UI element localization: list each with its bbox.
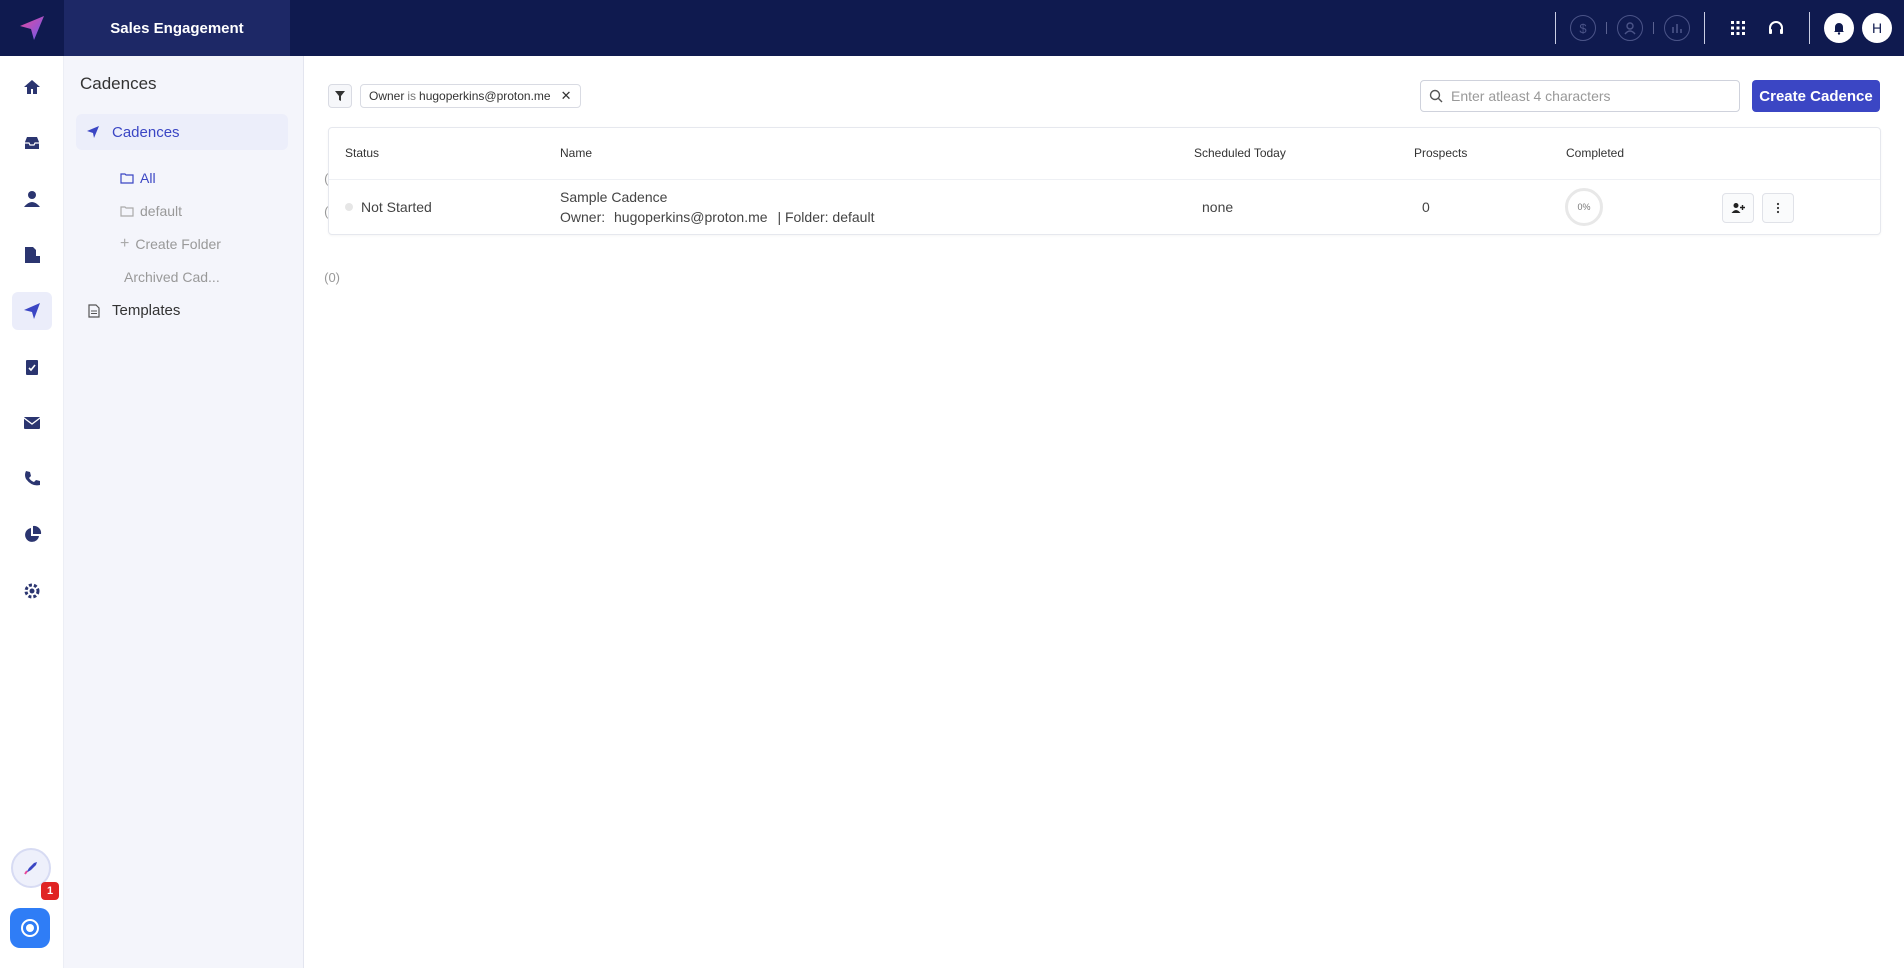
divider <box>1606 22 1607 34</box>
folder-value: | Folder: default <box>777 209 875 225</box>
user-circle-icon[interactable] <box>1617 15 1643 41</box>
completed-progress-ring: 0% <box>1565 188 1603 226</box>
folder-name: All <box>140 170 156 186</box>
sidebar-item-cadences[interactable]: Cadences <box>76 114 288 150</box>
chart-icon[interactable] <box>1664 15 1690 41</box>
accounts-icon[interactable] <box>12 236 52 274</box>
owner-value: hugoperkins@proton.me <box>614 209 768 225</box>
folder-icon <box>120 173 134 184</box>
app-title: Sales Engagement <box>64 0 290 56</box>
column-header-completed[interactable]: Completed <box>1566 146 1624 160</box>
status-cell: Not Started <box>345 199 432 215</box>
filter-chip[interactable]: Owner is hugoperkins@proton.me ✕ <box>360 84 581 108</box>
add-user-icon <box>1731 203 1745 213</box>
sidebar-item-templates[interactable]: Templates <box>88 302 180 319</box>
table-row[interactable]: Not Started Sample Cadence Owner: hugope… <box>329 180 1880 236</box>
search-icon <box>1429 89 1443 103</box>
column-header-status[interactable]: Status <box>345 146 379 160</box>
prospects-cell: 0 <box>1422 199 1430 215</box>
folder-name: default <box>140 203 183 219</box>
top-bar: Sales Engagement $ H <box>0 0 1904 56</box>
home-icon[interactable] <box>12 68 52 106</box>
filter-value: hugoperkins@proton.me <box>419 89 551 103</box>
cadence-name[interactable]: Sample Cadence <box>560 189 667 205</box>
pie-chart-icon[interactable] <box>12 516 52 554</box>
close-icon[interactable]: ✕ <box>561 88 572 104</box>
tasks-icon[interactable] <box>12 348 52 386</box>
main-content: Owner is hugoperkins@proton.me ✕ Create … <box>304 56 1904 968</box>
left-rail: 1 <box>0 56 64 968</box>
folder-name: Archived Cad... <box>124 269 220 285</box>
owner-label: Owner: <box>560 209 606 225</box>
paper-plane-logo-icon <box>20 16 44 40</box>
document-icon <box>88 303 100 318</box>
column-header-prospects[interactable]: Prospects <box>1414 146 1467 160</box>
column-header-name[interactable]: Name <box>560 146 592 160</box>
sidebar-title: Cadences <box>80 74 157 93</box>
sidebar: Cadences Cadences All (1) default (1) + … <box>64 56 340 968</box>
support-widget-icon[interactable] <box>10 908 50 948</box>
status-dot <box>345 203 353 211</box>
divider <box>1704 12 1705 44</box>
divider <box>1555 12 1556 44</box>
sidebar-item-label: Templates <box>112 302 181 319</box>
mail-icon[interactable] <box>12 404 52 442</box>
cadence-table: Status Name Scheduled Today Prospects Co… <box>328 127 1881 235</box>
divider <box>1809 12 1810 44</box>
table-header: Status Name Scheduled Today Prospects Co… <box>329 128 1880 180</box>
grid-icon[interactable] <box>1725 15 1751 41</box>
filter-icon <box>335 91 345 101</box>
filter-field: Owner <box>369 89 405 103</box>
plus-icon: + <box>120 235 130 252</box>
user-icon[interactable] <box>12 180 52 218</box>
cadence-meta: Owner: hugoperkins@proton.me | Folder: d… <box>560 209 874 225</box>
divider <box>1653 22 1654 34</box>
top-right-toolbar: $ H <box>1541 0 1904 56</box>
bell-icon[interactable] <box>1824 13 1854 43</box>
folder-icon <box>120 206 134 217</box>
status-text: Not Started <box>361 199 432 215</box>
notification-badge: 1 <box>41 882 59 900</box>
search-box[interactable] <box>1420 80 1740 112</box>
inbox-icon[interactable] <box>12 124 52 162</box>
send-icon <box>87 126 99 138</box>
search-input[interactable] <box>1451 88 1731 104</box>
scheduled-today-cell: none <box>1202 199 1234 215</box>
app-logo[interactable] <box>0 0 64 56</box>
send-icon[interactable] <box>12 292 52 330</box>
add-prospect-button[interactable] <box>1722 193 1754 223</box>
filter-operator: is <box>407 89 417 103</box>
create-folder-label: Create Folder <box>135 236 221 252</box>
sidebar-item-label: Cadences <box>112 123 180 141</box>
kebab-menu-icon <box>1776 202 1780 214</box>
more-options-button[interactable] <box>1762 193 1794 223</box>
dollar-icon[interactable]: $ <box>1570 15 1596 41</box>
avatar[interactable]: H <box>1862 13 1892 43</box>
phone-icon[interactable] <box>12 460 52 498</box>
column-header-scheduled-today[interactable]: Scheduled Today <box>1194 146 1286 160</box>
create-cadence-button[interactable]: Create Cadence <box>1752 80 1880 112</box>
filter-button[interactable] <box>328 84 352 108</box>
headset-icon[interactable] <box>1763 15 1789 41</box>
settings-icon[interactable] <box>12 572 52 610</box>
